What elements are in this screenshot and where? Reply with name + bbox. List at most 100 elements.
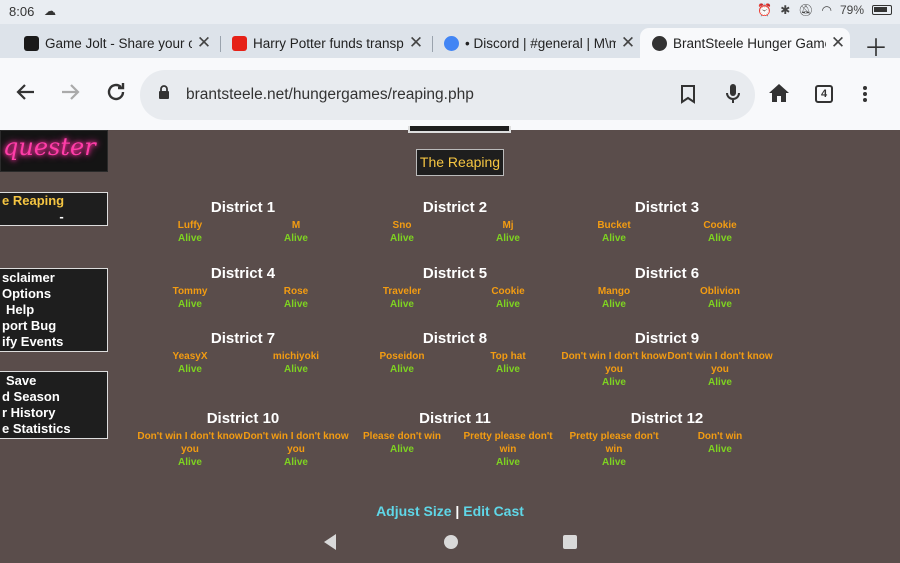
globe-icon <box>652 35 667 51</box>
tribute-status: Alive <box>178 457 202 468</box>
back-arrow-icon[interactable] <box>14 80 38 104</box>
district-name: District 10 <box>206 410 280 427</box>
tribute-status: Alive <box>602 299 626 310</box>
sidebar-item-load-season[interactable]: d Season <box>2 389 107 405</box>
nav-home-icon[interactable] <box>443 534 459 550</box>
sidebar-item-options[interactable]: Options <box>2 286 107 302</box>
district-name: District 9 <box>634 330 700 347</box>
youtube-favicon-icon <box>232 35 247 51</box>
adjust-size-link[interactable]: Adjust Size <box>376 503 451 519</box>
top-menu-box <box>408 126 511 133</box>
district-name: District 8 <box>422 330 488 347</box>
mic-icon[interactable] <box>725 83 741 105</box>
tribute-status: Alive <box>284 299 308 310</box>
close-tab-icon[interactable]: ✕ <box>826 33 850 53</box>
tribute-card: Sno Alive <box>349 219 455 245</box>
district-block: District 9 <box>561 330 773 348</box>
tab-title: Game Jolt - Share your creations <box>45 35 192 51</box>
tribute-name: Cookie <box>491 286 525 297</box>
tribute-name: Mj <box>502 220 514 231</box>
tribute-status: Alive <box>284 457 308 468</box>
kebab-menu-icon[interactable] <box>862 85 868 103</box>
tribute-status: Alive <box>708 299 732 310</box>
tribute-status: Alive <box>178 364 202 375</box>
sidebar-item-disclaimer[interactable]: sclaimer <box>2 270 107 286</box>
bookmark-icon[interactable] <box>680 84 696 104</box>
district-block: District 11 <box>349 410 561 428</box>
district-block: District 3 <box>561 199 773 217</box>
tribute-card: Bucket Alive <box>561 219 667 245</box>
link-separator: | <box>451 503 464 519</box>
district-name: District 1 <box>210 199 276 216</box>
tribute-card: Pretty please don't win Alive <box>455 430 561 469</box>
tribute-status: Alive <box>390 364 414 375</box>
tribute-name: Cookie <box>703 220 737 231</box>
tribute-status: Alive <box>496 364 520 375</box>
tribute-name: M <box>291 220 301 231</box>
alarm-icon: ⏰ <box>757 3 773 17</box>
sidebar-item-help[interactable]: Help <box>2 302 107 318</box>
tribute-card: YeasyX Alive <box>137 350 243 376</box>
tribute-status: Alive <box>178 299 202 310</box>
url-text[interactable]: brantsteele.net/hungergames/reaping.php <box>186 86 474 104</box>
close-tab-icon[interactable]: ✕ <box>616 33 640 53</box>
tribute-status: Alive <box>390 233 414 244</box>
tribute-name: Don't win I don't know you <box>137 431 243 455</box>
district-name: District 4 <box>210 265 276 282</box>
tribute-status: Alive <box>178 233 202 244</box>
tab-title: • Discord | #general | M\ma <box>465 35 616 51</box>
sidebar-item-report-bug[interactable]: port Bug <box>2 318 107 334</box>
tribute-name: Rose <box>283 286 309 297</box>
tribute-card: Rose Alive <box>243 285 349 311</box>
site-logo[interactable]: quester <box>0 130 108 172</box>
tab-discord[interactable]: • Discord | #general | M\ma ✕ <box>424 28 640 58</box>
battery-icon <box>872 5 892 15</box>
edit-cast-link[interactable]: Edit Cast <box>463 503 524 519</box>
tab-youtube[interactable]: Harry Potter funds transphobia ✕ <box>212 28 428 58</box>
tab-gamejolt[interactable]: Game Jolt - Share your creations ✕ <box>4 28 216 58</box>
tab-switcher-button[interactable]: 4 <box>815 85 833 103</box>
tribute-name: Poseidon <box>379 351 425 362</box>
tribute-name: Mango <box>597 286 631 297</box>
sidebar-item-reaping[interactable]: e Reaping <box>2 193 107 209</box>
tribute-name: Sno <box>392 220 412 231</box>
mute-icon: 🔕︎ <box>798 3 814 17</box>
tribute-card: Cookie Alive <box>667 219 773 245</box>
reload-icon[interactable] <box>104 80 128 104</box>
home-icon[interactable] <box>768 82 790 104</box>
tribute-name: Traveler <box>382 286 422 297</box>
tribute-status: Alive <box>708 233 732 244</box>
omnibox[interactable]: brantsteele.net/hungergames/reaping.php <box>140 70 755 120</box>
gamejolt-favicon-icon <box>24 35 39 51</box>
nav-recents-icon[interactable] <box>562 534 578 550</box>
forward-arrow-icon[interactable] <box>58 80 82 104</box>
district-block: District 12 <box>561 410 773 428</box>
tribute-status: Alive <box>390 444 414 455</box>
tribute-name: Please don't win <box>363 431 441 442</box>
reaping-button[interactable]: The Reaping <box>416 149 504 176</box>
tribute-status: Alive <box>602 457 626 468</box>
tribute-card: Pretty please don't win Alive <box>561 430 667 469</box>
tribute-status: Alive <box>708 377 732 388</box>
lock-icon[interactable] <box>158 85 170 99</box>
bluetooth-icon: ✱ <box>780 3 791 17</box>
nav-back-icon[interactable] <box>322 533 338 551</box>
page-content: quester The Reaping e Reaping - sclaimer… <box>0 126 900 563</box>
tribute-name: Don't win <box>697 431 743 442</box>
status-time: 8:06 <box>9 4 35 19</box>
tribute-status: Alive <box>496 233 520 244</box>
sidebar-item-modify-events[interactable]: ify Events <box>2 334 107 350</box>
tribute-name: Luffy <box>177 220 203 231</box>
sidebar-item-save[interactable]: Save <box>2 373 107 389</box>
tribute-card: Please don't win Alive <box>349 430 455 456</box>
tribute-name: Don't win I don't know you <box>243 431 349 455</box>
tab-brantsteele[interactable]: BrantSteele Hunger Games ✕ <box>640 28 850 58</box>
district-block: District 5 <box>349 265 561 283</box>
status-icons: ⏰ ✱ 🔕︎ ◠ 79% <box>757 3 892 17</box>
tribute-status: Alive <box>284 233 308 244</box>
bottom-links: Adjust Size | Edit Cast <box>0 503 900 519</box>
sidebar-item-your-history[interactable]: r History <box>2 405 107 421</box>
status-bar: 8:06 ☁ ⏰ ✱ 🔕︎ ◠ 79% <box>0 0 900 24</box>
sidebar-item-statistics[interactable]: e Statistics <box>2 421 107 437</box>
tribute-status: Alive <box>390 299 414 310</box>
